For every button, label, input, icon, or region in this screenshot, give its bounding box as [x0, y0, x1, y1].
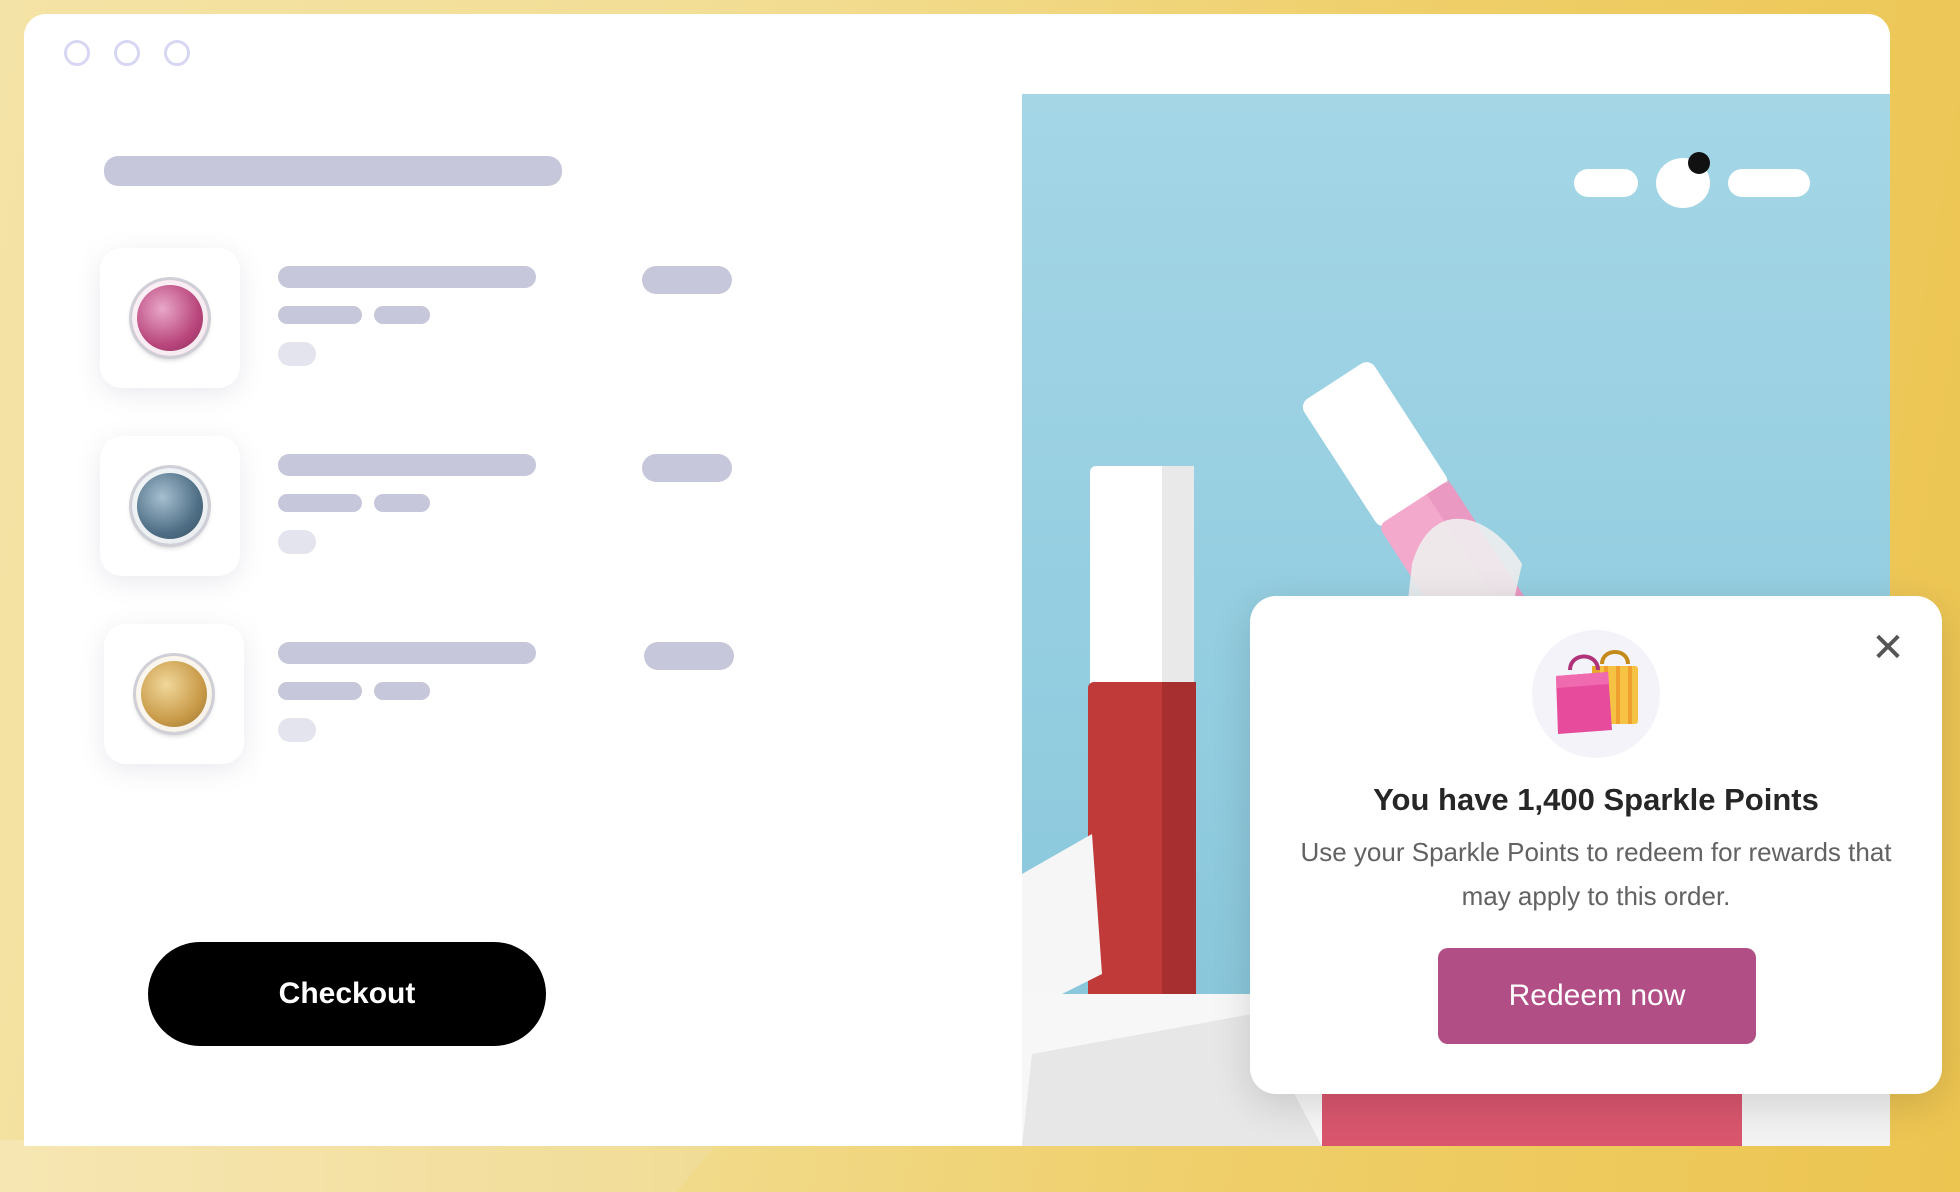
item-qty-placeholder [278, 530, 316, 554]
window-dot-icon[interactable] [64, 40, 90, 66]
carousel-dot-active[interactable] [1656, 152, 1710, 208]
background-shape [0, 1140, 720, 1192]
item-price-placeholder [642, 454, 732, 482]
window-controls [64, 40, 190, 66]
close-icon[interactable]: ✕ [1868, 628, 1908, 668]
item-detail-placeholder [374, 306, 430, 324]
cart-title-placeholder [104, 156, 562, 186]
item-detail-placeholder [278, 682, 362, 700]
carousel-indicators[interactable] [1574, 152, 1810, 208]
product-thumbnail[interactable] [104, 624, 244, 764]
shopping-bags-icon [1532, 630, 1660, 758]
points-description: Use your Sparkle Points to redeem for re… [1300, 837, 1892, 911]
eyeshadow-pot-gold-icon [136, 656, 212, 732]
item-detail-placeholder [374, 494, 430, 512]
eyeshadow-pot-pink-icon [132, 280, 208, 356]
product-thumbnail[interactable] [100, 248, 240, 388]
item-name-placeholder [278, 454, 536, 476]
rewards-popup: ✕ You have 1,400 Sparkle Points Use your… [1250, 596, 1942, 1094]
eyeshadow-pot-blue-icon [132, 468, 208, 544]
item-detail-placeholder [278, 494, 362, 512]
item-name-placeholder [278, 642, 536, 664]
item-detail-placeholder [374, 682, 430, 700]
carousel-dot[interactable] [1728, 169, 1810, 197]
item-name-placeholder [278, 266, 536, 288]
item-qty-placeholder [278, 342, 316, 366]
window-dot-icon[interactable] [164, 40, 190, 66]
item-price-placeholder [644, 642, 734, 670]
points-title: You have 1,400 Sparkle Points [1373, 782, 1819, 817]
item-price-placeholder [642, 266, 732, 294]
checkout-button[interactable]: Checkout [148, 942, 546, 1046]
product-thumbnail[interactable] [100, 436, 240, 576]
item-detail-placeholder [278, 306, 362, 324]
carousel-dot[interactable] [1574, 169, 1638, 197]
window-dot-icon[interactable] [114, 40, 140, 66]
item-qty-placeholder [278, 718, 316, 742]
redeem-now-button[interactable]: Redeem now [1438, 948, 1756, 1044]
